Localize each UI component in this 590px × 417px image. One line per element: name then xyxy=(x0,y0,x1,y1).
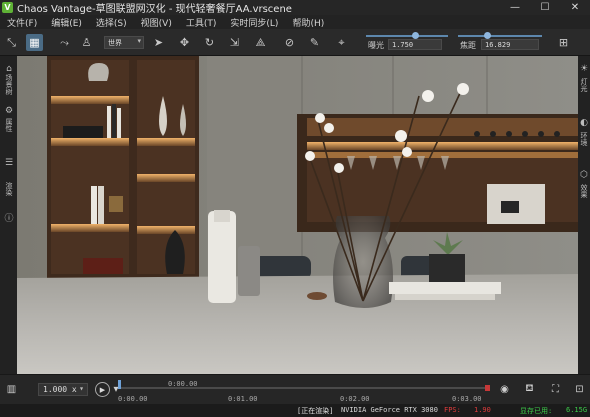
camera-sequence-icon[interactable]: ▥ xyxy=(4,382,19,397)
camera-path-icon[interactable]: ⟁ xyxy=(252,34,269,51)
memory-value: 6.15G xyxy=(566,406,588,414)
exposure-track xyxy=(366,35,448,37)
brush-icon[interactable]: ✎ xyxy=(306,34,323,51)
gpu-name: NVIDIA GeForce RTX 3080 xyxy=(341,406,438,414)
timeline-playhead[interactable] xyxy=(118,380,121,389)
menu-tools[interactable]: 工具(T) xyxy=(179,16,224,29)
exposure-field[interactable]: 1.750 xyxy=(388,39,442,50)
selection-tool-icon[interactable]: ⤡ xyxy=(3,34,20,51)
timeline-tick: 0:00.00 xyxy=(118,395,148,403)
minimize-button[interactable]: — xyxy=(500,0,530,15)
snapshot-icon[interactable]: ⊡ xyxy=(572,382,587,397)
focus-field[interactable]: 16.829 xyxy=(481,39,539,50)
menu-bar: 文件(F) 编辑(E) 选择(S) 视图(V) 工具(T) 实时同步(L) 帮助… xyxy=(0,15,590,29)
effects-icon[interactable]: ⬡ xyxy=(577,168,590,182)
exposure-label: 曝光 xyxy=(368,41,384,50)
app-logo-icon: V xyxy=(2,2,13,13)
environment-icon[interactable]: ◐ xyxy=(577,116,590,130)
menu-view[interactable]: 视图(V) xyxy=(134,16,179,29)
camera-view-icon[interactable]: ▦ xyxy=(26,34,43,51)
playback-speed-select[interactable]: 1.000 x xyxy=(38,383,88,396)
side-tab-environment[interactable]: 环境 xyxy=(577,132,590,158)
window-controls: — ☐ ✕ xyxy=(500,0,590,15)
focus-track xyxy=(458,35,542,37)
right-side-panel: ☀ 灯光 ◐ 环境 ⬡ 效果 xyxy=(578,56,590,374)
memory-label: 显存已用: xyxy=(520,407,553,415)
menu-edit[interactable]: 编辑(E) xyxy=(44,16,89,29)
timeline-track[interactable] xyxy=(118,387,488,389)
timeline-end-marker[interactable] xyxy=(485,385,490,391)
focus-label: 焦距 xyxy=(460,41,476,50)
render-settings-icon[interactable]: ☰ xyxy=(2,156,16,170)
menu-select[interactable]: 选择(S) xyxy=(89,16,134,29)
side-tab-render[interactable]: 渲染 xyxy=(2,182,16,206)
menu-live-sync[interactable]: 实时同步(L) xyxy=(223,16,285,29)
pointer-icon[interactable]: ➤ xyxy=(150,34,167,51)
fps-value: 1.90 xyxy=(474,406,491,414)
menu-file[interactable]: 文件(F) xyxy=(0,16,44,29)
timeline-tick: 0:03.00 xyxy=(452,395,482,403)
render-viewport[interactable] xyxy=(17,56,578,374)
target-icon[interactable]: ⌖ xyxy=(333,34,350,51)
timeline-bar: ▥ 1.000 x ▶ ▾ 0:00.00 0:00.00 0:01.00 0:… xyxy=(0,374,590,404)
scale-icon[interactable]: ⇲ xyxy=(226,34,243,51)
focus-knob[interactable] xyxy=(484,32,492,39)
screenshot-icon[interactable]: ⊞ xyxy=(555,34,572,51)
menu-help[interactable]: 帮助(H) xyxy=(285,16,331,29)
left-side-panel: ⌂ 场景树 ⚙ 属性 ☰ 渲染 ⓘ xyxy=(0,56,17,374)
record-icon[interactable]: ◉ xyxy=(497,382,512,397)
close-button[interactable]: ✕ xyxy=(560,0,590,15)
side-tab-effects[interactable]: 效果 xyxy=(577,184,590,210)
camera-select[interactable]: 世界 xyxy=(104,36,144,49)
fps-label: FPS: xyxy=(444,406,461,414)
maximize-button[interactable]: ☐ xyxy=(530,0,560,15)
timeline-tick: 0:02.00 xyxy=(340,395,370,403)
move-icon[interactable]: ✥ xyxy=(176,34,193,51)
window-title: Chaos Vantage-草图联盟网汉化 - 现代轻奢餐厅AA.vrscene xyxy=(17,4,292,15)
side-tab-properties[interactable]: 属性 xyxy=(2,118,16,140)
properties-icon[interactable]: ⚙ xyxy=(2,104,16,118)
light-icon[interactable]: ☀ xyxy=(577,62,590,76)
title-bar: V Chaos Vantage-草图联盟网汉化 - 现代轻奢餐厅AA.vrsce… xyxy=(0,0,590,15)
teapot-icon[interactable]: ⛾ xyxy=(522,382,537,397)
material-picker-icon[interactable]: ⊘ xyxy=(281,34,298,51)
person-icon[interactable]: ♙ xyxy=(78,34,95,51)
toolbar: ⤡ ▦ ⤳ ♙ 世界 ➤ ✥ ↻ ⇲ ⟁ ⊘ ✎ ⌖ 曝光 1.750 焦距 1… xyxy=(0,29,590,56)
status-bar: [正在渲染] NVIDIA GeForce RTX 3080 FPS: 1.90… xyxy=(0,404,590,417)
fullscreen-icon[interactable]: ⛶ xyxy=(548,382,563,397)
play-button[interactable]: ▶ xyxy=(95,382,110,397)
rendered-scene-image xyxy=(17,56,578,374)
rotate-icon[interactable]: ↻ xyxy=(201,34,218,51)
render-status: [正在渲染] xyxy=(297,407,334,415)
side-tab-lights[interactable]: 灯光 xyxy=(577,78,590,104)
side-tab-scene-tree[interactable]: 场景树 xyxy=(2,74,16,100)
timeline-tick: 0:01.00 xyxy=(228,395,258,403)
info-icon[interactable]: ⓘ xyxy=(2,210,16,224)
exposure-knob[interactable] xyxy=(412,32,420,39)
walk-icon[interactable]: ⤳ xyxy=(56,34,73,51)
